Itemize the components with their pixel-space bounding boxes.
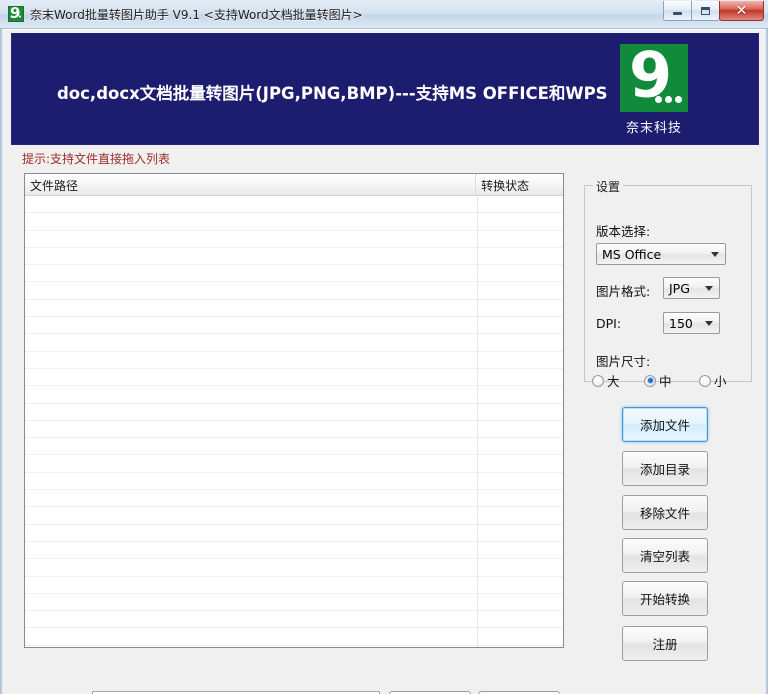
table-row[interactable]	[25, 473, 563, 491]
close-button[interactable]: ✕	[719, 1, 764, 21]
radio-label: 中	[659, 374, 672, 389]
minimize-icon	[673, 12, 682, 15]
chevron-down-icon	[711, 252, 719, 257]
header-banner: doc,docx文档批量转图片(JPG,PNG,BMP)---支持MS OFFI…	[11, 33, 759, 145]
table-row[interactable]	[25, 386, 563, 404]
table-row[interactable]	[25, 334, 563, 352]
file-list-header: 文件路径 转换状态	[25, 174, 563, 196]
table-row[interactable]	[25, 369, 563, 387]
client-area: doc,docx文档批量转图片(JPG,PNG,BMP)---支持MS OFFI…	[4, 29, 764, 694]
table-row[interactable]	[25, 455, 563, 473]
image-size-radio-group: 大 中 小	[592, 371, 744, 390]
maximize-icon	[701, 6, 710, 15]
add-directory-button[interactable]: 添加目录	[622, 451, 708, 486]
column-header-status[interactable]: 转换状态	[476, 174, 563, 195]
add-file-button[interactable]: 添加文件	[622, 407, 708, 442]
image-format-label: 图片格式:	[596, 284, 651, 299]
chevron-down-icon	[705, 286, 713, 291]
table-row[interactable]	[25, 559, 563, 577]
dpi-select-value: 150	[669, 315, 693, 331]
banner-headline: doc,docx文档批量转图片(JPG,PNG,BMP)---支持MS OFFI…	[57, 84, 608, 103]
app-icon-dots: •••	[9, 13, 22, 21]
title-bar[interactable]: 9 ••• 奈末Word批量转图片助手 V9.1 <支持Word文档批量转图片>…	[0, 0, 768, 29]
logo-caption: 奈末科技	[625, 121, 682, 136]
table-row[interactable]	[25, 438, 563, 456]
table-row[interactable]	[25, 213, 563, 231]
file-list-column-divider	[477, 196, 478, 647]
application-window: 9 ••• 奈末Word批量转图片助手 V9.1 <支持Word文档批量转图片>…	[0, 0, 768, 694]
column-header-file-path[interactable]: 文件路径	[25, 174, 477, 195]
dpi-label: DPI:	[596, 316, 622, 331]
table-row[interactable]	[25, 282, 563, 300]
maximize-button[interactable]	[691, 1, 720, 21]
version-label: 版本选择:	[596, 224, 651, 239]
remove-file-button[interactable]: 移除文件	[622, 495, 708, 530]
radio-icon-selected	[644, 374, 656, 387]
table-row[interactable]	[25, 317, 563, 335]
close-icon: ✕	[735, 2, 748, 19]
radio-label: 大	[607, 374, 620, 389]
table-row[interactable]	[25, 628, 563, 646]
radio-image-size-large[interactable]: 大	[592, 371, 644, 390]
image-size-label: 图片尺寸:	[596, 354, 651, 369]
version-select-value: MS Office	[602, 246, 662, 262]
logo-mark: 9	[620, 44, 688, 112]
app-icon: 9 •••	[8, 5, 24, 22]
radio-icon	[699, 374, 711, 387]
logo-dots-icon	[655, 96, 682, 103]
window-title: 奈末Word批量转图片助手 V9.1 <支持Word文档批量转图片>	[30, 7, 363, 22]
file-list-body[interactable]	[25, 196, 563, 647]
radio-image-size-medium[interactable]: 中	[644, 371, 699, 390]
table-row[interactable]	[25, 490, 563, 508]
window-frame-right	[764, 0, 768, 694]
dpi-select[interactable]: 150	[663, 312, 720, 334]
table-row[interactable]	[25, 231, 563, 248]
table-row[interactable]	[25, 611, 563, 629]
table-row[interactable]	[25, 421, 563, 439]
version-select[interactable]: MS Office	[596, 243, 726, 265]
brand-logo: 9 奈末科技	[608, 44, 700, 136]
image-format-select-value: JPG	[669, 280, 690, 296]
table-row[interactable]	[25, 248, 563, 266]
minimize-button[interactable]	[663, 1, 692, 21]
radio-icon	[592, 374, 604, 387]
table-row[interactable]	[25, 594, 563, 612]
table-row[interactable]	[25, 577, 563, 594]
table-row[interactable]	[25, 525, 563, 542]
settings-group-title: 设置	[593, 178, 624, 195]
radio-image-size-small[interactable]: 小	[699, 371, 727, 390]
radio-label: 小	[714, 374, 727, 389]
start-convert-button[interactable]: 开始转换	[622, 581, 708, 616]
clear-list-button[interactable]: 清空列表	[622, 538, 708, 573]
table-row[interactable]	[25, 646, 563, 647]
table-row[interactable]	[25, 352, 563, 369]
drag-drop-hint: 提示:支持文件直接拖入列表	[22, 152, 171, 166]
file-list[interactable]: 文件路径 转换状态	[24, 173, 564, 648]
table-row[interactable]	[25, 196, 563, 214]
table-row[interactable]	[25, 542, 563, 560]
table-row[interactable]	[25, 507, 563, 525]
table-row[interactable]	[25, 265, 563, 283]
table-row[interactable]	[25, 300, 563, 318]
table-row[interactable]	[25, 404, 563, 421]
register-button[interactable]: 注册	[622, 626, 708, 661]
image-format-select[interactable]: JPG	[663, 277, 720, 299]
window-controls: ✕	[663, 1, 764, 21]
chevron-down-icon	[705, 321, 713, 326]
